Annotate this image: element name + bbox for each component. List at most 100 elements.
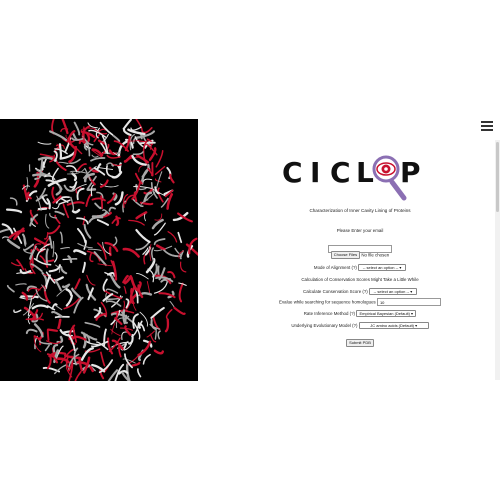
rate-select[interactable]: Empirical Bayesian (Default) ▾ [356,310,417,317]
ribbon-strand [54,210,65,216]
ribbon-strand [66,201,85,206]
ribbon-strand [54,304,63,311]
ribbon-strand [45,248,49,265]
ribbon-strand [111,171,122,179]
submit-pdb-button[interactable]: Submit PDB [346,338,374,347]
ribbon-strand [45,213,50,229]
ribbon-strand [130,126,142,131]
ribbon-strand [82,356,91,374]
ribbon-strand [83,223,92,239]
ribbon-strand [153,238,166,246]
ribbon-strand [60,246,70,250]
ribbon-strand [133,302,137,311]
ribbon-strand [153,349,164,355]
model-label: Underlying Evolutionary Model (?) [291,323,358,328]
ribbon-strand [139,141,156,145]
choose-files-button[interactable]: Choose Files [330,251,361,259]
ribbon-strand [72,325,78,343]
ribbon-strand [157,330,161,340]
ribbon-strand [149,333,157,343]
ribbon-strand [31,304,49,310]
conservation-select[interactable]: -- select an option -- ▾ [368,288,417,295]
alignment-select[interactable]: -- select an option -- ▾ [358,264,407,271]
ribbon-strand [73,121,81,136]
ribbon-strand [112,236,118,247]
ribbon-strand [80,347,94,361]
ribbon-strand [157,187,164,203]
ribbon-strand [131,361,141,367]
ribbon-strand [94,202,102,210]
ribbon-strand [37,207,48,211]
ribbon-strand [164,318,170,333]
ribbon-strand [85,193,92,207]
ribbon-strand [178,282,184,303]
evalue-input[interactable] [376,298,441,306]
ribbon-strand [111,260,118,281]
rate-select-value: Empirical Bayesian (Default) [359,311,410,316]
ribbon-strand [55,185,62,196]
ribbon-strand [142,127,153,134]
ribbon-strand [76,148,83,155]
ribbon-strand [74,278,81,290]
ribbon-strand [84,321,101,328]
ribbon-strand [6,238,21,249]
ribbon-strand [48,224,61,235]
rate-label: Rate Inference Method (?) [303,311,356,316]
ribbon-strand [61,330,76,334]
ribbon-strand [85,131,91,143]
ribbon-strand [154,165,166,175]
ribbon-strand [57,318,62,330]
ribbon-strand [156,171,163,189]
ribbon-strand [74,370,82,381]
ribbon-strand [150,306,165,319]
logo-letter-c2: C [330,156,351,189]
protein-structure-image [0,119,198,381]
hamburger-icon[interactable] [481,120,493,132]
ribbon-strand [124,325,132,336]
ribbon-strand [91,197,106,202]
ribbon-strand [48,264,61,273]
ribbon-strand [105,165,114,178]
ribbon-strand [58,161,69,164]
model-select[interactable]: JC amino acids (Default) ▾ [358,322,429,329]
ciclop-logo: C I C L P [278,148,421,202]
ribbon-strand [128,219,145,226]
ribbon-strand [91,154,99,158]
conservation-note: Calculation of Conservation Scores Might… [301,277,419,282]
ribbon-strand [115,215,120,227]
ribbon-strand [108,206,116,212]
ribbon-strand [91,211,108,218]
ribbon-strand [66,165,78,173]
ribbon-strand [99,179,109,188]
ribbon-strand [52,203,60,210]
ribbon-strand [81,261,86,273]
ribbon-strand [76,163,87,172]
ribbon-strand [140,292,153,296]
ribbon-strand [121,331,128,340]
ribbon-strand [54,364,67,375]
ribbon-strand [122,119,132,130]
model-select-value: JC amino acids (Default) [370,323,415,328]
ribbon-strand [71,137,85,141]
ribbon-strand [134,172,143,185]
ribbon-strand [32,173,45,177]
ribbon-strand [114,191,124,206]
scrollbar-thumb[interactable] [496,142,499,212]
ribbon-strand [151,247,155,262]
alignment-label: Mode of Alignment (?) [313,265,357,270]
ribbon-strand [99,121,114,136]
ribbon-strand [73,249,87,256]
ribbon-strand [167,231,178,243]
ribbon-strand [82,216,86,226]
ribbon-strand [76,217,89,225]
ribbon-strand [54,279,62,292]
ribbon-strand [5,208,23,214]
alignment-select-value: -- select an option -- [362,265,399,270]
ribbon-strand [174,247,183,256]
ribbon-strand [136,273,149,280]
ribbon-strand [76,187,85,201]
ribbon-strand [142,353,151,365]
ribbon-strand [54,214,61,225]
ribbon-strand [71,287,82,299]
ribbon-strand [46,328,50,341]
